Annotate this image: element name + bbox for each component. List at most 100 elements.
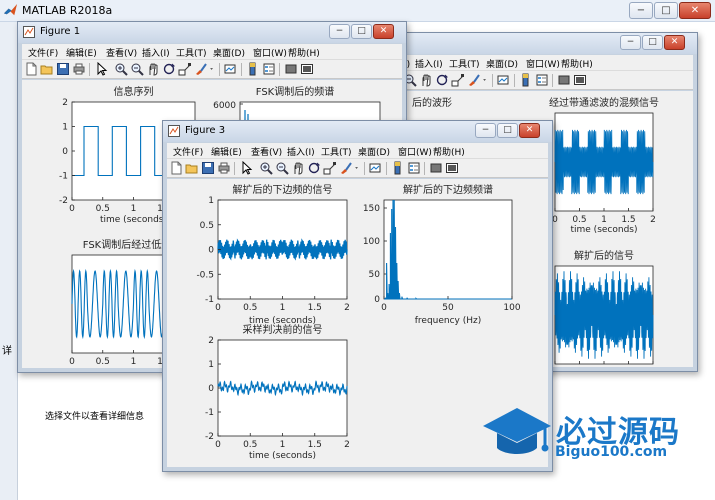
figure-minimize-button[interactable]: −: [620, 35, 641, 50]
link-plot-icon[interactable]: [224, 62, 238, 76]
minimize-button[interactable]: −: [629, 2, 653, 19]
zoom-in-icon[interactable]: [259, 161, 273, 175]
figure-close-button[interactable]: ✕: [664, 35, 685, 50]
pointer-icon[interactable]: [94, 62, 108, 76]
show-plot-tools-icon[interactable]: [300, 62, 314, 76]
figure-3-title-bar[interactable]: Figure 3 − □ ✕: [163, 121, 552, 142]
pointer-icon[interactable]: [239, 161, 253, 175]
x-tick-label: 1.5: [308, 440, 322, 450]
hide-plot-tools-icon[interactable]: [429, 161, 443, 175]
y-tick-label: 6000: [213, 101, 236, 111]
menu-item-0[interactable]: 文件(F): [173, 145, 203, 158]
figure-maximize-button[interactable]: □: [497, 123, 518, 138]
new-file-icon[interactable]: [169, 161, 183, 175]
open-folder-icon[interactable]: [40, 62, 54, 76]
figure-icon: [23, 26, 35, 38]
save-icon[interactable]: [201, 161, 215, 175]
pan-icon[interactable]: [419, 73, 433, 87]
menu-item-2[interactable]: 查看(V): [106, 46, 137, 59]
menu-item-4[interactable]: 工具(T): [176, 46, 207, 59]
link-plot-icon[interactable]: [369, 161, 383, 175]
colorbar-icon[interactable]: [519, 73, 533, 87]
menu-item-7[interactable]: 帮助(H): [561, 57, 593, 70]
figure-minimize-button[interactable]: −: [475, 123, 496, 138]
dropdown-arrow-icon[interactable]: [208, 62, 218, 76]
matlab-window-title: MATLAB R2018a: [22, 4, 113, 17]
menu-item-3[interactable]: 插入(I): [287, 145, 315, 158]
toolbar-separator: [424, 162, 425, 175]
axes-despread-signal[interactable]: 00.511.52: [552, 265, 656, 367]
menu-item-4[interactable]: 工具(T): [321, 145, 352, 158]
zoom-out-icon[interactable]: [275, 161, 289, 175]
menu-item-7[interactable]: 帮助(H): [433, 145, 465, 158]
figure-3-toolbar: [167, 158, 548, 178]
figure-maximize-button[interactable]: □: [351, 24, 372, 39]
matlab-title-bar[interactable]: MATLAB R2018a − □ ✕: [0, 0, 715, 22]
pan-icon[interactable]: [146, 62, 160, 76]
rotate-3d-icon[interactable]: [162, 62, 176, 76]
dropdown-arrow-icon[interactable]: [481, 73, 491, 87]
toolbar-separator: [364, 162, 365, 175]
toolbar-separator: [386, 162, 387, 175]
menu-item-6[interactable]: 窗口(W): [398, 145, 432, 158]
menu-item-6[interactable]: 窗口(W): [526, 57, 560, 70]
hide-plot-tools-icon[interactable]: [284, 62, 298, 76]
data-cursor-icon[interactable]: [178, 62, 192, 76]
axes-bandpass-mix[interactable]: 0 0.5 1 1.5 2: [552, 112, 656, 225]
menu-item-4[interactable]: 工具(T): [449, 57, 480, 70]
figure-minimize-button[interactable]: −: [329, 24, 350, 39]
data-cursor-icon[interactable]: [323, 161, 337, 175]
colorbar-icon[interactable]: [391, 161, 405, 175]
link-plot-icon[interactable]: [497, 73, 511, 87]
figure-maximize-button[interactable]: □: [642, 35, 663, 50]
menu-item-5[interactable]: 桌面(D): [213, 46, 245, 59]
save-icon[interactable]: [56, 62, 70, 76]
x-tick-label: 2: [344, 303, 350, 313]
colorbar-icon[interactable]: [246, 62, 260, 76]
menu-item-2[interactable]: 查看(V): [251, 145, 282, 158]
rotate-3d-icon[interactable]: [435, 73, 449, 87]
axes-despread-lower-spectrum[interactable]: 150 100 50 00 50 100: [363, 199, 521, 313]
y-tick-label: 0: [374, 295, 380, 305]
hide-plot-tools-icon[interactable]: [557, 73, 571, 87]
menu-item-3[interactable]: 插入(I): [142, 46, 170, 59]
print-icon[interactable]: [217, 161, 231, 175]
legend-icon[interactable]: [407, 161, 421, 175]
legend-icon[interactable]: [262, 62, 276, 76]
menu-item-6[interactable]: 窗口(W): [253, 46, 287, 59]
brush-icon[interactable]: [339, 161, 353, 175]
zoom-out-icon[interactable]: [130, 62, 144, 76]
axes-despread-lower-signal[interactable]: 10.50-0.5-10 0.5 1 1.5 2: [196, 196, 349, 313]
current-folder-panel-edge[interactable]: [0, 22, 18, 500]
new-file-icon[interactable]: [24, 62, 38, 76]
menu-item-1[interactable]: 编辑(E): [211, 145, 242, 158]
data-cursor-icon[interactable]: [451, 73, 465, 87]
brush-icon[interactable]: [467, 73, 481, 87]
print-icon[interactable]: [72, 62, 86, 76]
maximize-button[interactable]: □: [654, 2, 678, 19]
close-button[interactable]: ✕: [679, 2, 711, 19]
figure-1-title-bar[interactable]: Figure 1 − □ ✕: [18, 22, 406, 43]
dropdown-arrow-icon[interactable]: [353, 161, 363, 175]
axes-pre-decision-signal[interactable]: 210-1-20 0.5 1 1.5 2: [205, 336, 350, 450]
menu-item-3[interactable]: 插入(I): [415, 57, 443, 70]
show-plot-tools-icon[interactable]: [573, 73, 587, 87]
pan-icon[interactable]: [291, 161, 305, 175]
figure-1-menubar: 文件(F) 编辑(E) 查看(V) 插入(I) 工具(T) 桌面(D) 窗口(W) 帮助(H): [22, 44, 402, 59]
open-folder-icon[interactable]: [185, 161, 199, 175]
legend-icon[interactable]: [535, 73, 549, 87]
x-tick-label: 1: [280, 440, 286, 450]
menu-item-1[interactable]: 编辑(E): [66, 46, 97, 59]
menu-item-7[interactable]: 帮助(H): [288, 46, 320, 59]
menu-item-5[interactable]: 桌面(D): [486, 57, 518, 70]
figure-close-button[interactable]: ✕: [373, 24, 394, 39]
y-tick-label: -1: [205, 408, 214, 418]
rotate-3d-icon[interactable]: [307, 161, 321, 175]
menu-item-0[interactable]: 文件(F): [28, 46, 58, 59]
graduation-cap-logo: [483, 408, 551, 454]
menu-item-5[interactable]: 桌面(D): [358, 145, 390, 158]
zoom-in-icon[interactable]: [114, 62, 128, 76]
brush-icon[interactable]: [194, 62, 208, 76]
show-plot-tools-icon[interactable]: [445, 161, 459, 175]
figure-close-button[interactable]: ✕: [519, 123, 540, 138]
